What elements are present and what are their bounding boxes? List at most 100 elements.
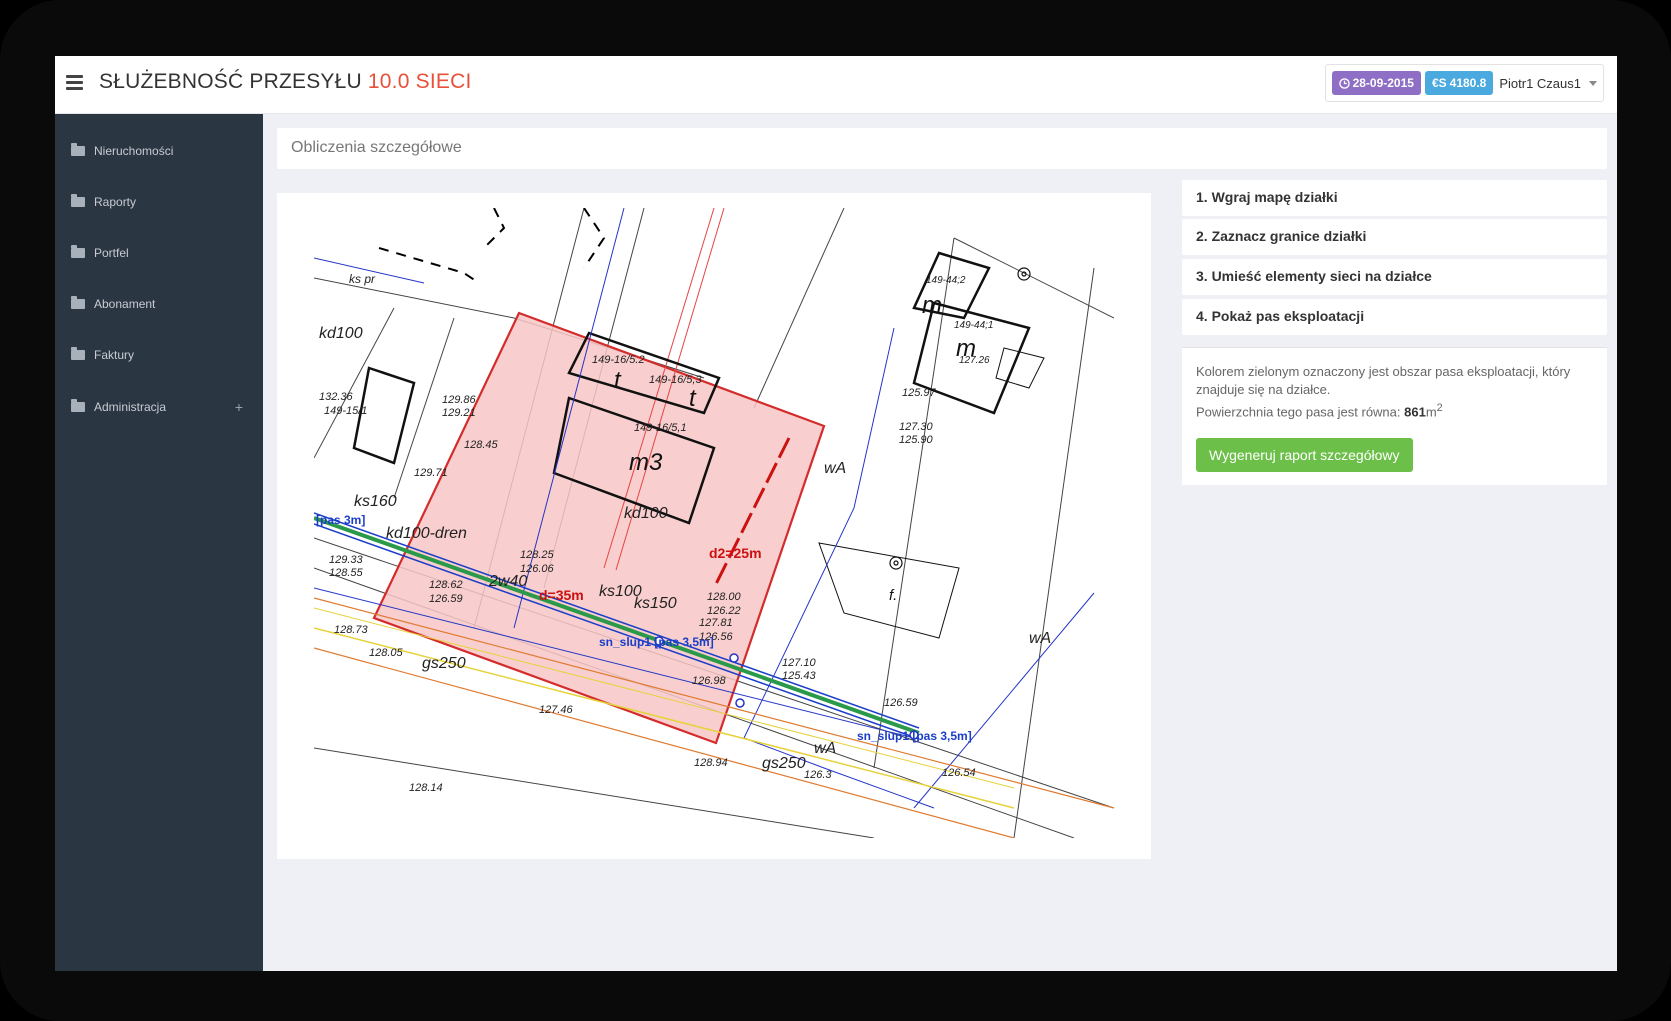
euro-icon: €S: [1431, 76, 1447, 90]
height-label: 129.33: [329, 554, 364, 566]
parcel-map[interactable]: 149-16/5.2 149-16/5,3 149-16/5,1 149-44;…: [314, 208, 1114, 838]
credit-badge-value: 4180.8: [1449, 76, 1487, 90]
top-navbar: SŁUŻEBNOŚĆ PRZESYŁU 10.0 SIECI 28-09-201…: [55, 56, 1617, 114]
clock-icon: [1338, 77, 1350, 89]
generate-report-button[interactable]: Wygeneruj raport szczegółowy: [1196, 438, 1413, 472]
height-label: 126.22: [707, 605, 741, 617]
height-label: 127.81: [699, 617, 733, 629]
height-label: 149-15/1: [324, 405, 367, 417]
sidebar: Nieruchomości Raporty Portfel Abonament …: [55, 114, 263, 971]
pipe-label: kd100: [319, 325, 363, 342]
credit-badge: €S 4180.8: [1424, 71, 1494, 95]
distance-label-d2: d2=25m: [709, 545, 762, 561]
height-label: 126.59: [429, 593, 463, 605]
pipe-label: ks pr: [349, 272, 376, 286]
user-name: Piotr1 Czaus1: [1499, 75, 1581, 91]
sidebar-item-label: Abonament: [94, 297, 156, 311]
height-label: 129.71: [414, 467, 448, 479]
height-label: 125.90: [899, 434, 934, 446]
height-label: 127.46: [539, 704, 574, 716]
pole-label: sn_slup1 [pas 3,5m]: [857, 729, 972, 743]
folder-icon: [71, 194, 85, 207]
height-label: 129.21: [442, 407, 476, 419]
height-label: 127.30: [899, 421, 934, 433]
pipe-label: kd100: [624, 505, 668, 522]
strip-label: [pas 3m]: [316, 513, 365, 527]
sidebar-item-abonament[interactable]: Abonament: [71, 291, 251, 317]
expand-plus-icon[interactable]: +: [235, 399, 243, 415]
height-label: 127.10: [782, 657, 817, 669]
height-label: 125.97: [902, 387, 937, 399]
height-label: 128.25: [520, 549, 555, 561]
folder-icon: [71, 143, 85, 156]
height-label: 128.62: [429, 579, 463, 591]
area-unit: m: [1425, 404, 1437, 420]
step-4[interactable]: 4. Pokaż pas eksploatacji: [1182, 299, 1607, 335]
folder-icon: [71, 347, 85, 360]
sidebar-item-nieruchomosci[interactable]: Nieruchomości: [71, 138, 251, 164]
step-2-label: 2. Zaznacz granice działki: [1196, 228, 1367, 244]
pipe-label: ks150: [634, 595, 677, 612]
section-header: Obliczenia szczegółowe: [277, 128, 1607, 169]
building-label: f.: [889, 587, 897, 604]
parcel-label: 149-16/5.2: [592, 354, 645, 366]
pipe-label: kd100-dren: [386, 525, 467, 542]
pole-label: sn_slup1 [pas 3,5m]: [599, 635, 714, 649]
step-4-label: 4. Pokaż pas eksploatacji: [1196, 308, 1365, 324]
app-title-accent: 10.0 SIECI: [367, 70, 472, 93]
date-badge-value: 28-09-2015: [1352, 76, 1414, 90]
sidebar-item-label: Faktury: [94, 348, 135, 362]
step-2[interactable]: 2. Zaznacz granice działki: [1182, 219, 1607, 255]
step-1[interactable]: 1. Wgraj mapę działki: [1182, 180, 1607, 216]
app-title-main: SŁUŻEBNOŚĆ PRZESYŁU: [99, 70, 362, 93]
folder-icon: [71, 245, 85, 258]
height-label: 128.05: [369, 647, 404, 659]
step-1-label: 1. Wgraj mapę działki: [1196, 189, 1338, 205]
pipe-label: wA: [1029, 630, 1051, 647]
sidebar-item-label: Portfel: [94, 246, 129, 260]
date-badge: 28-09-2015: [1331, 71, 1421, 95]
sidebar-item-administracja[interactable]: Administracja +: [71, 394, 251, 420]
sidebar-item-label: Raporty: [94, 195, 137, 209]
user-menu[interactable]: 28-09-2015 €S 4180.8 Piotr1 Czaus1: [1324, 64, 1604, 102]
height-label: 128.14: [409, 782, 443, 794]
app-screen: SŁUŻEBNOŚĆ PRZESYŁU 10.0 SIECI 28-09-201…: [55, 56, 1617, 971]
height-label: 126.54: [942, 767, 976, 779]
height-label: 129.86: [442, 394, 477, 406]
pipe-label: wA: [814, 740, 836, 757]
step-3-label: 3. Umieść elementy sieci na działce: [1196, 268, 1432, 284]
pipe-label: gs250: [762, 755, 806, 772]
height-label: 126.98: [692, 675, 727, 687]
menu-toggle-icon[interactable]: [66, 75, 83, 90]
pipe-label: ks160: [354, 493, 397, 510]
info-area-prefix: Powierzchnia tego pasa jest równa:: [1196, 404, 1405, 420]
folder-icon: [71, 296, 85, 309]
height-label: 125.43: [782, 670, 817, 682]
height-label: 128.55: [329, 567, 364, 579]
sidebar-item-portfel[interactable]: Portfel: [71, 240, 251, 266]
height-label: 128.00: [707, 591, 742, 603]
area-sup: 2: [1436, 402, 1443, 414]
caret-down-icon[interactable]: [1589, 80, 1597, 86]
step-3[interactable]: 3. Umieść elementy sieci na działce: [1182, 259, 1607, 295]
pipe-label: wA: [824, 460, 846, 477]
building-label: m: [956, 335, 976, 362]
height-label: 128.94: [694, 757, 728, 769]
pipe-label: gs250: [422, 655, 466, 672]
info-description: Kolorem zielonym oznaczony jest obszar p…: [1196, 364, 1571, 397]
map-panel: 149-16/5.2 149-16/5,3 149-16/5,1 149-44;…: [277, 193, 1151, 859]
folder-icon: [71, 399, 85, 412]
sidebar-item-faktury[interactable]: Faktury: [71, 342, 251, 368]
section-title: Obliczenia szczegółowe: [291, 139, 462, 156]
building-label: m: [922, 292, 942, 319]
parcel-map-drawing: 149-16/5.2 149-16/5,3 149-16/5,1 149-44;…: [314, 208, 1114, 838]
area-value: 861: [1404, 404, 1426, 420]
sidebar-item-label: Nieruchomości: [94, 144, 174, 158]
parcel-label: 149-44;2: [926, 275, 966, 286]
height-label: 126.59: [884, 697, 918, 709]
app-title: SŁUŻEBNOŚĆ PRZESYŁU 10.0 SIECI: [99, 70, 471, 94]
distance-label-d: d=35m: [539, 587, 584, 603]
sidebar-item-label: Administracja: [94, 400, 167, 414]
sidebar-item-raporty[interactable]: Raporty: [71, 189, 251, 215]
height-label: 128.73: [334, 624, 369, 636]
